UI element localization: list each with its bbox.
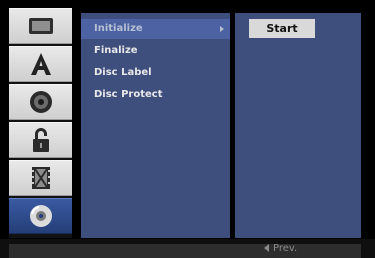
- category-sidebar: [9, 8, 72, 238]
- letter-a-icon: [30, 53, 51, 75]
- menu-item-label: Finalize: [94, 45, 138, 56]
- prev-label: Prev.: [273, 243, 298, 254]
- padlock-icon: [32, 128, 49, 152]
- triangle-left-icon: [264, 244, 269, 252]
- disc-settings-screen: Initialize Finalize Disc Label Disc Prot…: [0, 0, 375, 258]
- menu-item-disc-label[interactable]: Disc Label: [81, 63, 230, 83]
- menu-item-initialize[interactable]: Initialize: [81, 19, 230, 39]
- film-icon: [31, 167, 50, 189]
- submenu-panel: Start: [235, 13, 361, 238]
- sidebar-item-disc[interactable]: [9, 198, 72, 234]
- disc-menu-panel: Initialize Finalize Disc Label Disc Prot…: [81, 13, 230, 238]
- speaker-icon: [29, 91, 52, 113]
- disc-icon: [29, 205, 52, 227]
- tv-icon: [28, 18, 53, 34]
- prev-hint[interactable]: Prev.: [264, 240, 297, 258]
- chevron-right-icon: [220, 26, 224, 32]
- start-button[interactable]: Start: [249, 19, 315, 38]
- sidebar-item-language[interactable]: [9, 46, 72, 82]
- menu-item-label: Disc Label: [94, 67, 152, 78]
- sidebar-item-audio[interactable]: [9, 84, 72, 120]
- menu-item-finalize[interactable]: Finalize: [81, 41, 230, 61]
- menu-item-label: Initialize: [94, 23, 143, 34]
- sidebar-item-display[interactable]: [9, 8, 72, 44]
- footer-strip: [9, 244, 361, 258]
- menu-item-label: Disc Protect: [94, 89, 163, 100]
- sidebar-item-lock[interactable]: [9, 122, 72, 158]
- menu-item-disc-protect[interactable]: Disc Protect: [81, 85, 230, 105]
- sidebar-item-recording[interactable]: [9, 160, 72, 196]
- footer-bar: [0, 239, 375, 258]
